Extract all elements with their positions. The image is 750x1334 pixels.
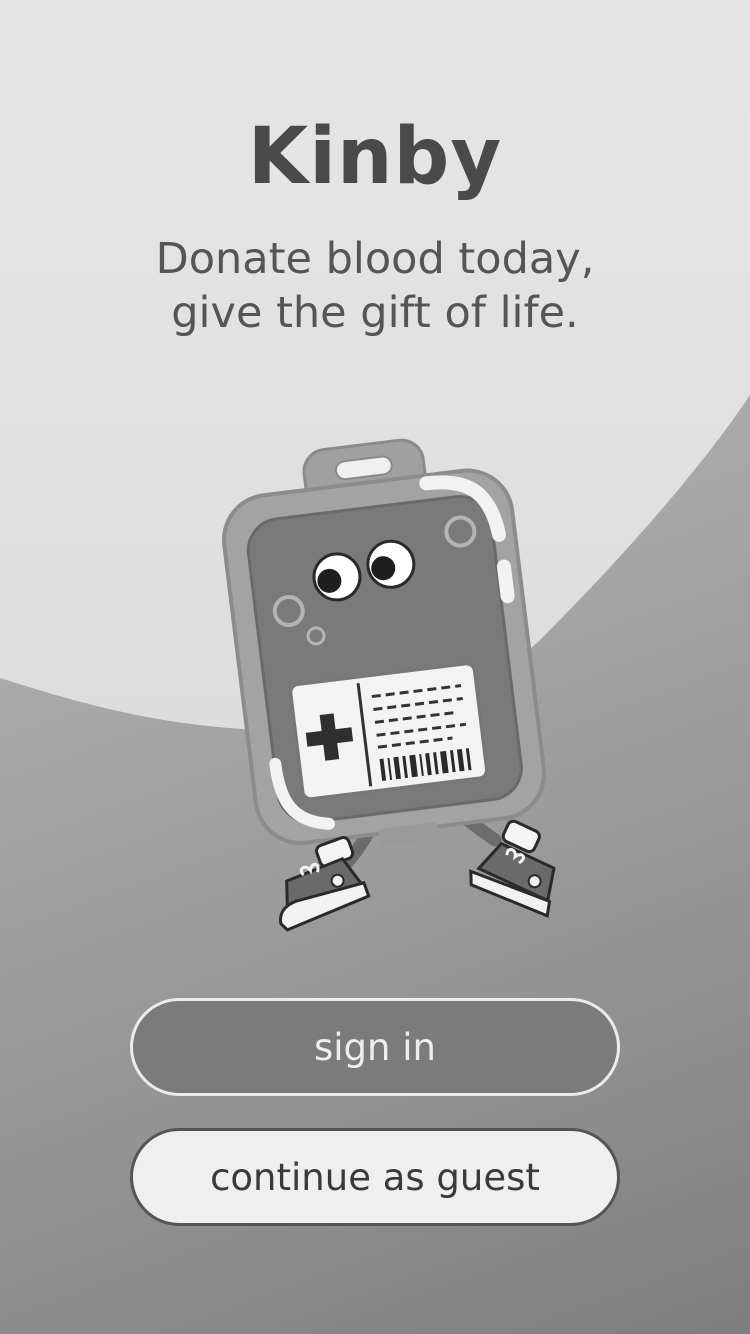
app-title: Kinby: [247, 112, 503, 202]
sign-in-button[interactable]: sign in: [130, 998, 620, 1096]
tagline: Donate blood today, give the gift of lif…: [95, 232, 655, 340]
blood-bag-mascot-icon: [221, 438, 556, 932]
tagline-line-1: Donate blood today,: [155, 234, 595, 284]
continue-as-guest-button[interactable]: continue as guest: [130, 1128, 620, 1226]
tagline-line-2: give the gift of life.: [171, 288, 579, 338]
